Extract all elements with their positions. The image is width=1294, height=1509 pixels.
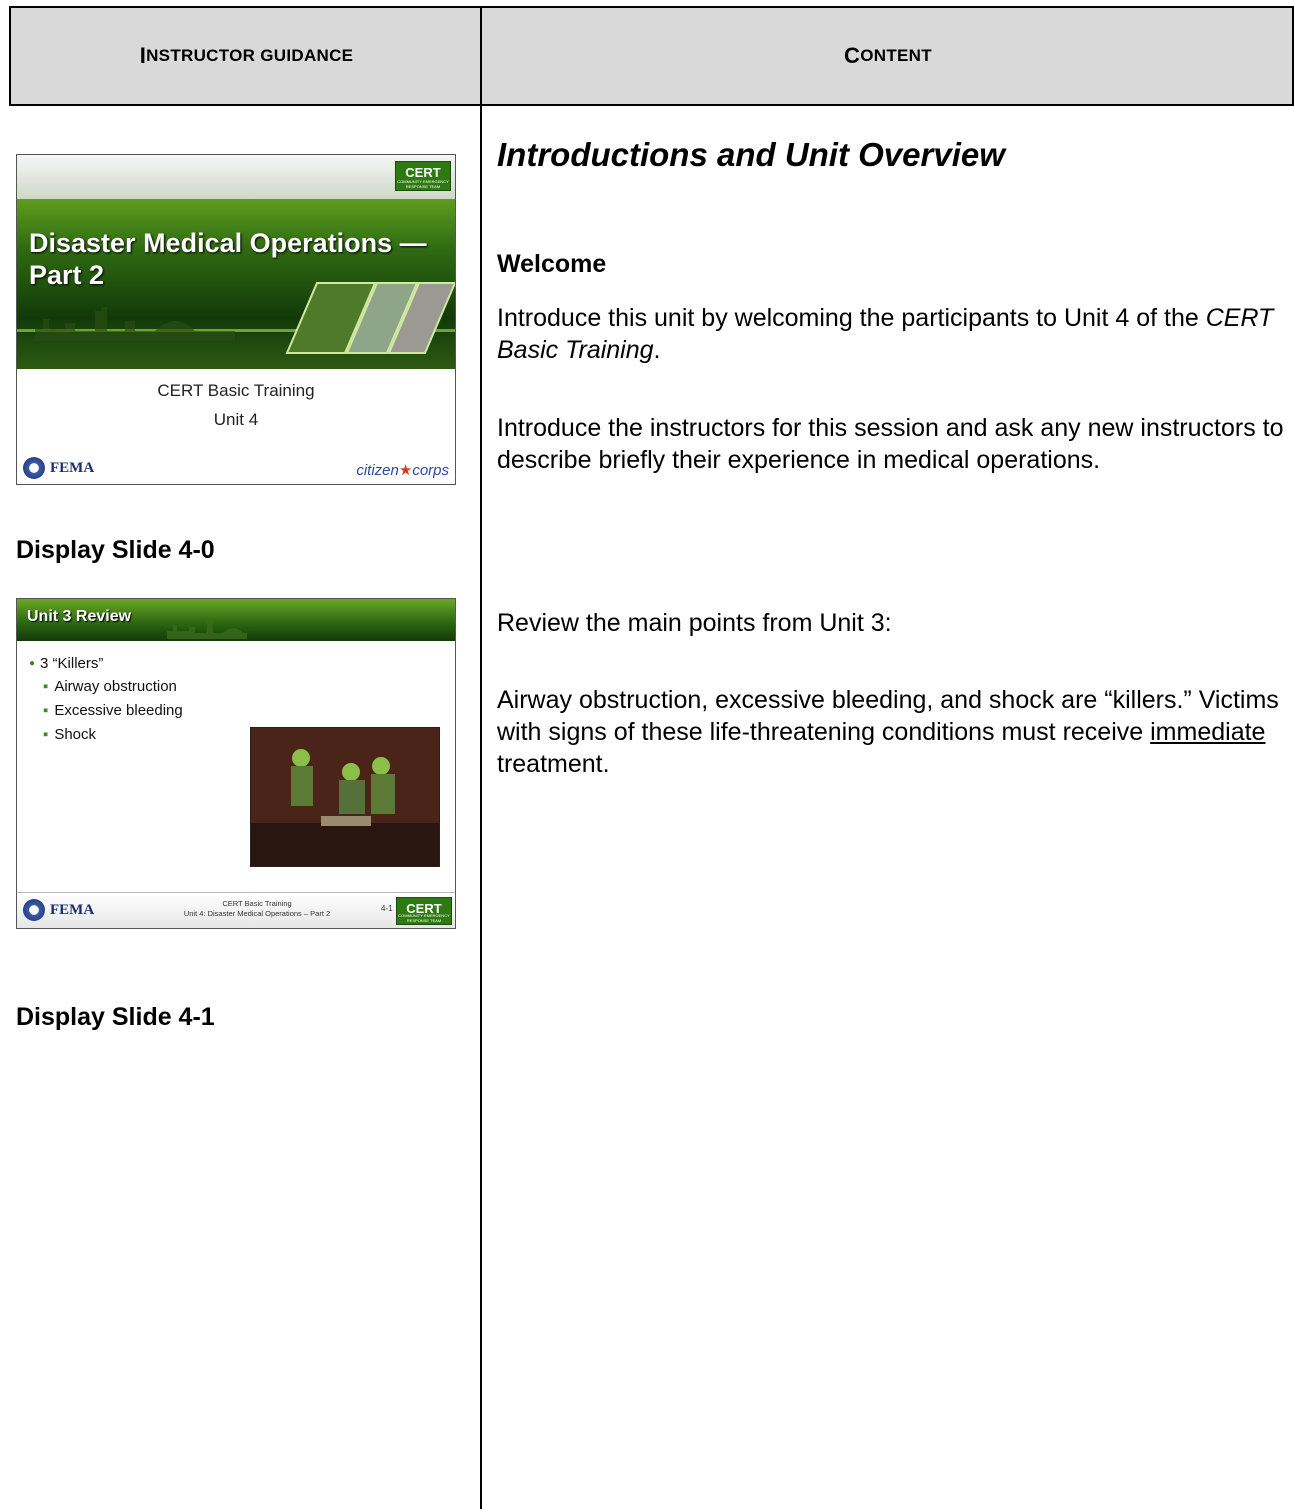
section-title: Introductions and Unit Overview — [497, 136, 1005, 173]
paragraph-welcome: Introduce this unit by welcoming the par… — [497, 302, 1287, 366]
slide-caption-4-0: Display Slide 4-0 — [16, 536, 215, 564]
paragraph-text: . — [653, 336, 661, 364]
citizen-corps-text-b: corps — [412, 462, 449, 479]
table-header: I NSTRUCTOR GUIDANCE C ONTENT — [9, 6, 1294, 106]
paragraph-instructors: Introduce the instructors for this sessi… — [497, 414, 1284, 474]
emphasis-immediate: immediate — [1150, 718, 1266, 746]
subbullet-item: Shock — [43, 723, 183, 747]
skyline-graphic — [167, 621, 247, 639]
slide-thumbnail-4-0: CERT COMMUNITY EMERGENCY RESPONSE TEAM D… — [16, 154, 456, 485]
slide-footer: FEMA CERT Basic Training Unit 4: Disaste… — [17, 892, 455, 928]
responder-photos — [285, 282, 455, 354]
paragraph-text: Introduce this unit by welcoming the par… — [497, 304, 1206, 332]
slide-title: Unit 3 Review — [27, 608, 132, 625]
footer-course: CERT Basic Training — [222, 899, 292, 908]
slide-bullets: 3 “Killers” Airway obstruction Excessive… — [29, 655, 183, 747]
paragraph-text: treatment. — [497, 750, 610, 778]
slide-number: 4-1 — [381, 904, 393, 913]
header-left-rest: NSTRUCTOR GUIDANCE — [146, 46, 354, 65]
subbullet-item: Excessive bleeding — [43, 699, 182, 723]
footer-text: CERT Basic Training Unit 4: Disaster Med… — [157, 899, 357, 919]
skyline-graphic — [35, 307, 235, 341]
cert-logo-subtext: COMMUNITY EMERGENCY RESPONSE TEAM — [398, 913, 450, 923]
cert-logo-subtext: COMMUNITY EMERGENCY RESPONSE TEAM — [397, 179, 449, 189]
subbullet-item: Airway obstruction — [43, 675, 183, 699]
footer-unit: Unit 4: Disaster Medical Operations – Pa… — [183, 909, 331, 918]
responders-photo — [250, 727, 440, 867]
paragraph-killers: Airway obstruction, excessive bleeding, … — [497, 684, 1287, 780]
fema-logo: FEMA — [23, 899, 94, 921]
welcome-heading: Welcome — [497, 250, 607, 278]
paragraph-review: Review the main points from Unit 3: — [497, 609, 892, 637]
header-right-rest: ONTENT — [860, 46, 932, 65]
dhs-seal-icon — [23, 457, 45, 479]
header-content: C ONTENT — [482, 8, 1294, 104]
star-icon: ★ — [398, 462, 413, 479]
cert-logo: CERT COMMUNITY EMERGENCY RESPONSE TEAM — [395, 161, 451, 191]
fema-logo-text: FEMA — [50, 901, 95, 918]
slide-subtitle-course: CERT Basic Training — [157, 381, 315, 400]
bullet-killers: 3 “Killers” — [29, 655, 183, 672]
slide-top-bar — [17, 155, 455, 199]
slide-thumbnail-4-1: Unit 3 Review 3 “Killers” Airway obstruc… — [16, 598, 456, 929]
citizen-corps-text-a: citizen — [356, 462, 399, 479]
cert-logo-text: CERT — [405, 165, 441, 180]
slide-subtitle-area: CERT Basic Training Unit 4 FEMA citizen★… — [17, 369, 455, 484]
cert-logo: CERT COMMUNITY EMERGENCY RESPONSE TEAM — [396, 897, 452, 925]
column-divider — [480, 6, 482, 1509]
dhs-seal-icon — [23, 899, 45, 921]
slide-caption-4-1: Display Slide 4-1 — [16, 1003, 215, 1031]
header-instructor-guidance: I NSTRUCTOR GUIDANCE — [11, 8, 482, 104]
header-right-initial: C — [844, 43, 861, 68]
citizen-corps-logo: citizen★corps — [356, 461, 449, 479]
slide-subtitle-unit: Unit 4 — [213, 410, 259, 429]
fema-logo-text: FEMA — [50, 459, 95, 476]
fema-logo: FEMA — [23, 457, 94, 479]
